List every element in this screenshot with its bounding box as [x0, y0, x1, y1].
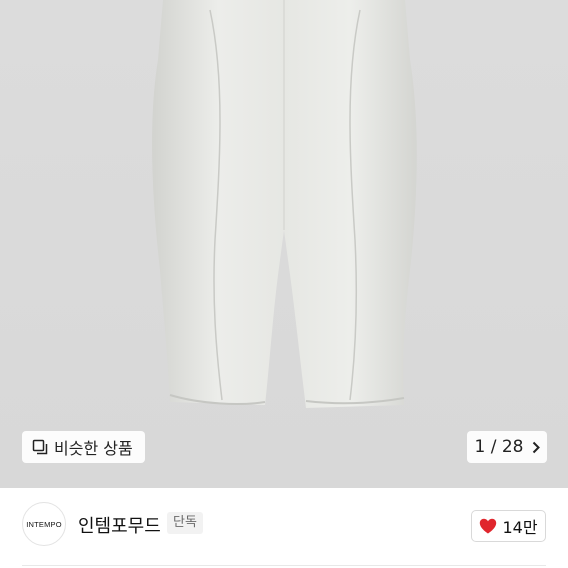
like-button[interactable]: 14만	[471, 510, 546, 542]
pager-text: 1 / 28	[474, 437, 523, 457]
seller-row: INTEMPO 인템포무드 단독 14만	[0, 488, 568, 562]
chevron-right-icon[interactable]	[532, 441, 540, 454]
pager-separator: /	[490, 437, 497, 457]
heart-icon	[480, 518, 497, 534]
duplicate-icon	[32, 439, 48, 455]
pager-total: 28	[501, 437, 524, 457]
similar-products-button[interactable]: 비슷한 상품	[22, 431, 145, 463]
product-image-gallery[interactable]: 비슷한 상품 1 / 28	[0, 0, 568, 488]
seller-logo-text: INTEMPO	[26, 519, 62, 529]
seller-avatar[interactable]: INTEMPO	[22, 502, 66, 546]
seller-name[interactable]: 인템포무드	[78, 512, 161, 538]
divider	[22, 565, 546, 566]
pager-current: 1	[474, 437, 486, 457]
product-image[interactable]	[0, 0, 568, 488]
image-pager[interactable]: 1 / 28	[467, 431, 547, 463]
similar-products-label: 비슷한 상품	[54, 439, 133, 458]
like-count: 14만	[502, 518, 538, 537]
exclusive-badge: 단독	[167, 512, 203, 534]
